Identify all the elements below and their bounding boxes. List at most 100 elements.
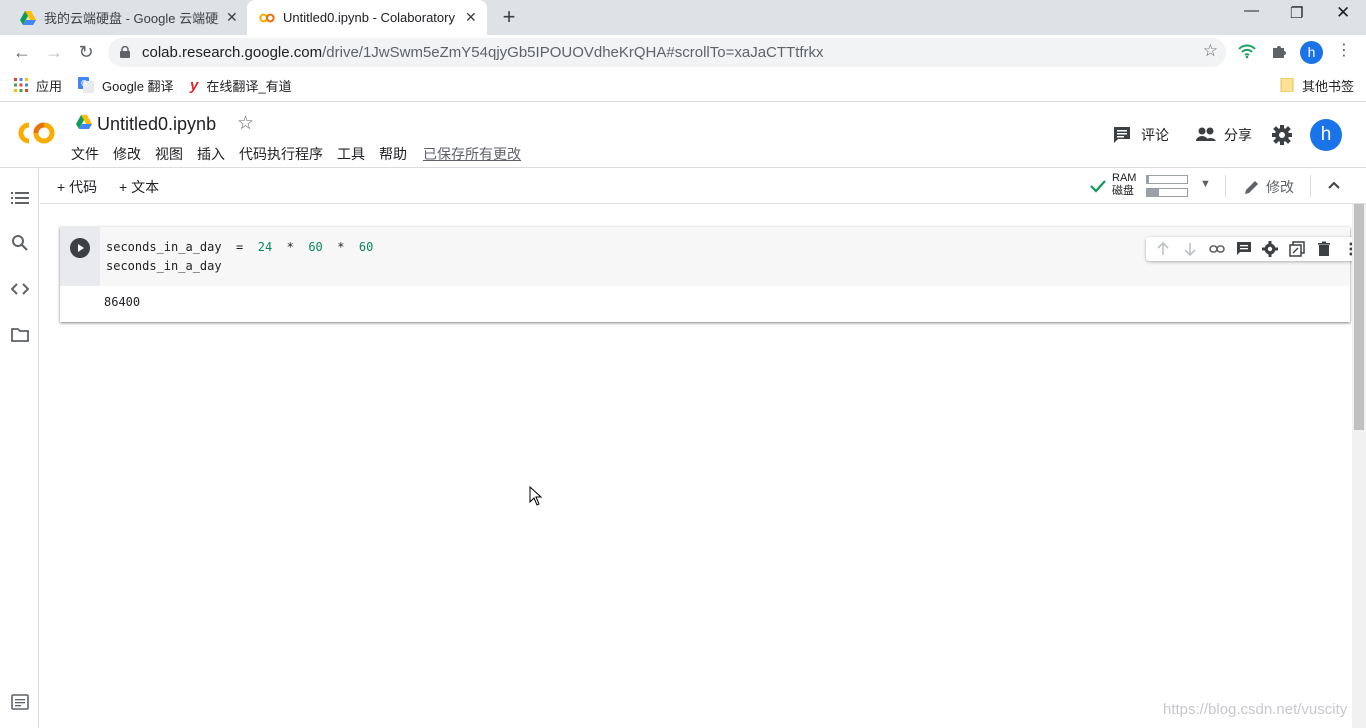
ram-usage-bar: [1146, 175, 1188, 184]
folder-icon: [1280, 78, 1294, 92]
close-window-icon[interactable]: ✕: [1336, 3, 1350, 23]
extensions-puzzle-icon[interactable]: [1270, 43, 1288, 61]
close-icon[interactable]: ✕: [226, 9, 238, 26]
scrollbar-thumb[interactable]: [1354, 204, 1364, 430]
more-vert-icon[interactable]: ⋮: [1336, 41, 1352, 63]
menu-file[interactable]: 文件: [71, 144, 99, 164]
notebook-title[interactable]: Untitled0.ipynb: [97, 114, 216, 135]
svg-text:G: G: [81, 79, 87, 88]
code-token: *: [337, 240, 345, 254]
tab-google-drive[interactable]: 我的云端硬盘 - Google 云端硬盘 ✕: [0, 0, 245, 35]
code-token: *: [286, 240, 294, 254]
bookmark-label: Google 翻译: [102, 78, 174, 94]
people-icon: [1196, 127, 1216, 141]
bookmark-star-icon[interactable]: ☆: [1203, 41, 1218, 61]
new-tab-button[interactable]: +: [500, 4, 518, 30]
bookmark-label: 应用: [36, 78, 63, 94]
move-down-arrow-icon[interactable]: [1182, 241, 1198, 257]
chevron-up-icon[interactable]: [1326, 177, 1342, 193]
lock-icon: [120, 46, 130, 58]
profile-avatar[interactable]: h: [1300, 41, 1323, 64]
code-token: seconds_in_a_day: [106, 240, 222, 254]
vertical-scrollbar[interactable]: [1352, 204, 1366, 728]
run-cell-play-icon[interactable]: [70, 238, 90, 258]
bookmark-label: 在线翻译_有道: [206, 78, 292, 94]
menu-help[interactable]: 帮助: [379, 144, 407, 164]
menu-edit[interactable]: 修改: [113, 144, 141, 164]
divider: [1225, 175, 1226, 197]
url-text: colab.research.google.com/drive/1JwSwm5e…: [142, 44, 824, 61]
notebook-toolbar: + 代码 + 文本 RAM 磁盘 ▼ 修改: [40, 169, 1366, 204]
gear-icon[interactable]: [1262, 241, 1279, 257]
bookmark-apps[interactable]: 应用: [14, 76, 62, 94]
menu-view[interactable]: 视图: [155, 144, 183, 164]
pencil-icon: [1245, 181, 1258, 194]
trash-icon[interactable]: [1316, 241, 1332, 257]
mirror-cell-icon[interactable]: [1289, 241, 1305, 257]
search-icon[interactable]: [11, 234, 29, 252]
add-code-cell-button[interactable]: + 代码: [57, 177, 97, 197]
bookmark-label: 其他书签: [1302, 78, 1355, 94]
code-number: 24: [257, 240, 273, 254]
code-cell[interactable]: seconds_in_a_day = 24 * 60 * 60 seconds_…: [60, 227, 1366, 322]
share-label: 分享: [1224, 127, 1252, 143]
tab-colab[interactable]: Untitled0.ipynb - Colaboratory ✕: [247, 0, 487, 35]
menu-tools[interactable]: 工具: [337, 144, 365, 164]
code-snippets-icon[interactable]: [11, 280, 29, 298]
user-avatar[interactable]: h: [1310, 119, 1342, 151]
code-line: seconds_in_a_day: [106, 259, 222, 273]
browser-toolbar: ← → ↻ colab.research.google.com/drive/1J…: [0, 35, 1366, 69]
connected-check-icon[interactable]: [1089, 177, 1107, 195]
files-folder-icon[interactable]: [11, 326, 29, 344]
browser-tab-strip: 我的云端硬盘 - Google 云端硬盘 ✕ Untitled0.ipynb -…: [0, 0, 1366, 35]
url-host: colab.research.google.com: [142, 44, 323, 61]
back-arrow-icon[interactable]: ←: [11, 41, 33, 63]
ram-usage-fill: [1147, 176, 1149, 183]
restore-icon[interactable]: ❐: [1290, 4, 1303, 22]
ram-label: RAM: [1112, 172, 1137, 184]
edit-label: 修改: [1266, 179, 1294, 195]
menu-runtime[interactable]: 代码执行程序: [239, 144, 323, 164]
minimize-icon[interactable]: —: [1244, 2, 1259, 19]
left-sidebar: [0, 169, 39, 728]
menu-bar: 文件 修改 视图 插入 代码执行程序 工具 帮助 已保存所有更改: [71, 144, 535, 164]
table-of-contents-icon[interactable]: [11, 189, 29, 207]
chevron-down-icon[interactable]: ▼: [1200, 178, 1211, 190]
edit-button[interactable]: 修改: [1244, 177, 1294, 197]
star-icon[interactable]: ☆: [237, 112, 254, 135]
bookmark-other-folder[interactable]: 其他书签: [1280, 76, 1354, 94]
add-text-cell-button[interactable]: + 文本: [119, 177, 159, 197]
comment-icon[interactable]: [1236, 241, 1252, 257]
move-up-arrow-icon[interactable]: [1155, 241, 1171, 257]
youdao-icon: y: [190, 76, 199, 94]
bookmark-youdao[interactable]: y 在线翻译_有道: [190, 76, 292, 94]
menu-insert[interactable]: 插入: [197, 144, 225, 164]
cell-gutter: [60, 227, 100, 286]
colab-logo-icon[interactable]: [14, 119, 56, 147]
gear-icon[interactable]: [1272, 125, 1292, 145]
forward-arrow-icon[interactable]: →: [43, 41, 65, 63]
resource-labels[interactable]: RAM 磁盘: [1112, 172, 1136, 198]
wifi-extension-icon[interactable]: [1238, 43, 1256, 59]
link-icon[interactable]: [1209, 241, 1225, 257]
bookmarks-bar: 应用 G Google 翻译 y 在线翻译_有道 其他书签: [0, 69, 1366, 102]
comment-icon: [1114, 127, 1130, 143]
share-button[interactable]: 分享: [1196, 125, 1252, 145]
code-line: seconds_in_a_day = 24 * 60 * 60: [106, 240, 373, 254]
save-status[interactable]: 已保存所有更改: [423, 144, 521, 164]
command-palette-icon[interactable]: [11, 694, 29, 710]
code-number: 60: [358, 240, 374, 254]
google-drive-icon[interactable]: [76, 115, 92, 129]
address-bar[interactable]: colab.research.google.com/drive/1JwSwm5e…: [108, 38, 1226, 67]
watermark-text: https://blog.csdn.net/vuscity: [1163, 701, 1348, 718]
colab-icon: [259, 13, 275, 23]
reload-icon[interactable]: ↻: [75, 41, 97, 63]
bookmark-google-translate[interactable]: G Google 翻译: [78, 76, 174, 94]
code-token: =: [236, 240, 244, 254]
close-icon[interactable]: ✕: [465, 9, 477, 26]
google-translate-icon: G: [78, 77, 94, 93]
code-number: 60: [308, 240, 323, 254]
url-path: /drive/1JwSwm5eZmY54qjyGb5IPOUOVdheKrQHA…: [322, 44, 824, 61]
disk-usage-bar: [1146, 188, 1188, 197]
comment-button[interactable]: 评论: [1113, 125, 1169, 145]
